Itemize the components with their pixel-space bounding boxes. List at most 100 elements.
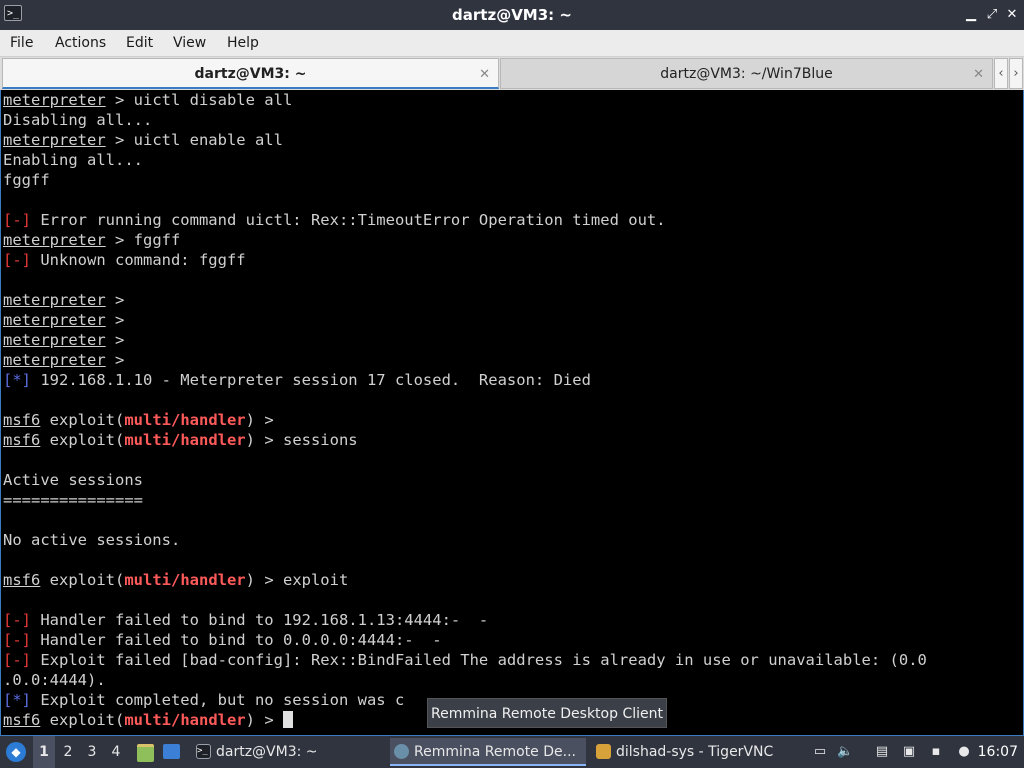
menu-view[interactable]: View	[173, 30, 206, 56]
prompt-text: msf6	[3, 571, 41, 589]
tab-home[interactable]: dartz@VM3: ~ ✕	[2, 58, 499, 89]
prompt-text: meterpreter	[3, 91, 106, 109]
terminal-line: meterpreter > fggff	[1, 230, 1023, 250]
terminal-text: Unknown command: fggff	[31, 251, 246, 269]
terminal-text: >	[105, 311, 125, 329]
menu-help[interactable]: Help	[227, 30, 259, 56]
terminal-text: Active sessions	[3, 471, 143, 489]
terminal-text: exploit(	[40, 571, 125, 589]
terminal-line: msf6 exploit(multi/handler) >	[1, 410, 1023, 430]
network-icon[interactable]: ▣	[901, 744, 917, 760]
prompt-text: meterpreter	[3, 131, 106, 149]
window-title: dartz@VM3: ~	[452, 6, 572, 24]
terminal-line: fggff	[1, 170, 1023, 190]
terminal-line: [-] Error running command uictl: Rex::Ti…	[1, 210, 1023, 230]
terminal-text: >	[105, 331, 125, 349]
workspace-4[interactable]: 4	[105, 736, 127, 768]
terminal-text: > uictl disable all	[105, 91, 293, 109]
terminal-text: Error running command uictl: Rex::Timeou…	[31, 211, 666, 229]
tooltip: Remmina Remote Desktop Client	[427, 698, 667, 728]
clipboard-icon[interactable]: ▤	[874, 744, 890, 760]
prompt-text: msf6	[3, 711, 41, 729]
screen-icon[interactable]: ▭	[812, 744, 828, 760]
close-icon[interactable]: ✕	[1004, 7, 1020, 23]
prompt-text: msf6	[3, 411, 41, 429]
terminal-line: [-] Handler failed to bind to 0.0.0.0:44…	[1, 630, 1023, 650]
menu-actions[interactable]: Actions	[55, 30, 106, 56]
error-marker: [-]	[3, 211, 31, 229]
menu-file[interactable]: File	[10, 30, 33, 56]
file-manager-icon[interactable]	[137, 744, 154, 762]
terminal-text: .0.0:4444).	[3, 671, 106, 689]
terminal-text: ) > sessions	[245, 431, 358, 449]
show-desktop-icon[interactable]	[163, 744, 180, 759]
tab-close-icon[interactable]: ✕	[479, 59, 490, 90]
workspace-2[interactable]: 2	[57, 736, 79, 768]
terminal-text: Enabling all...	[3, 151, 143, 169]
terminal-line: Disabling all...	[1, 110, 1023, 130]
minimize-icon[interactable]: ▁	[963, 7, 979, 23]
taskbar: ◆ 1 2 3 4 >_ dartz@VM3: ~ Remmina Remote…	[0, 736, 1024, 768]
terminal-line: meterpreter > uictl enable all	[1, 130, 1023, 150]
prompt-text: meterpreter	[3, 311, 106, 329]
terminal-line: [*] 192.168.1.10 - Meterpreter session 1…	[1, 370, 1023, 390]
terminal-line: msf6 exploit(multi/handler) > exploit	[1, 570, 1023, 590]
terminal-line: Enabling all...	[1, 150, 1023, 170]
terminal-line: [-] Exploit failed [bad-config]: Rex::Bi…	[1, 650, 1023, 670]
tab-scroll-right-icon[interactable]: ›	[1009, 58, 1023, 89]
terminal-text: ) >	[245, 411, 274, 429]
app-menu-icon[interactable]: ◆	[6, 742, 26, 762]
terminal-text: fggff	[3, 171, 50, 189]
menu-edit[interactable]: Edit	[126, 30, 153, 56]
tab-close-icon[interactable]: ✕	[973, 59, 984, 90]
tab-scroll-left-icon[interactable]: ‹	[994, 58, 1008, 89]
terminal-text: Exploit failed [bad-config]: Rex::BindFa…	[31, 651, 927, 669]
volume-icon[interactable]: 🔈	[837, 744, 853, 760]
power-icon[interactable]: ●	[956, 744, 972, 760]
prompt-text: meterpreter	[3, 291, 106, 309]
terminal-line: msf6 exploit(multi/handler) > sessions	[1, 430, 1023, 450]
terminal-line: meterpreter >	[1, 330, 1023, 350]
terminal-line: Active sessions	[1, 470, 1023, 490]
terminal-line: .0.0:4444).	[1, 670, 1023, 690]
error-marker: [-]	[3, 611, 31, 629]
terminal-line: [-] Handler failed to bind to 192.168.1.…	[1, 610, 1023, 630]
error-marker: [-]	[3, 651, 31, 669]
terminal-line: meterpreter > uictl disable all	[1, 90, 1023, 110]
module-name: multi/handler	[124, 431, 246, 449]
task-tigervnc[interactable]: dilshad-sys - TigerVNC	[592, 738, 792, 766]
terminal-cursor	[282, 711, 293, 728]
terminal-text: >	[105, 291, 125, 309]
terminal-text: Disabling all...	[3, 111, 153, 129]
terminal-text: exploit(	[40, 431, 125, 449]
remmina-icon	[394, 744, 409, 759]
maximize-icon[interactable]: ⤢	[984, 7, 1000, 23]
workspace-3[interactable]: 3	[81, 736, 103, 768]
terminal-output[interactable]: meterpreter > uictl disable all Disabling…	[0, 90, 1024, 736]
terminal-line: No active sessions.	[1, 530, 1023, 550]
tab-win7blue[interactable]: dartz@VM3: ~/Win7Blue ✕	[500, 58, 993, 89]
task-remmina[interactable]: Remmina Remote De...	[390, 738, 586, 766]
task-label: dartz@VM3: ~	[216, 744, 318, 760]
terminal-text: exploit(	[40, 411, 125, 429]
module-name: multi/handler	[124, 571, 246, 589]
notification-icon[interactable]: ▪	[928, 744, 944, 760]
clock: 16:07	[977, 744, 1018, 760]
terminal-text: > uictl enable all	[105, 131, 283, 149]
terminal-line: meterpreter >	[1, 310, 1023, 330]
terminal-text: Handler failed to bind to 0.0.0.0:4444:-…	[31, 631, 442, 649]
terminal-text: ===============	[3, 491, 143, 509]
terminal-text: Exploit completed, but no session was c	[31, 691, 405, 709]
tigervnc-icon	[596, 744, 611, 759]
menubar: File Actions Edit View Help	[0, 30, 1024, 57]
module-name: multi/handler	[124, 411, 246, 429]
task-terminal[interactable]: >_ dartz@VM3: ~	[192, 738, 385, 766]
workspace-1[interactable]: 1	[33, 736, 55, 768]
error-marker: [-]	[3, 631, 31, 649]
tab-label: dartz@VM3: ~	[194, 66, 307, 82]
